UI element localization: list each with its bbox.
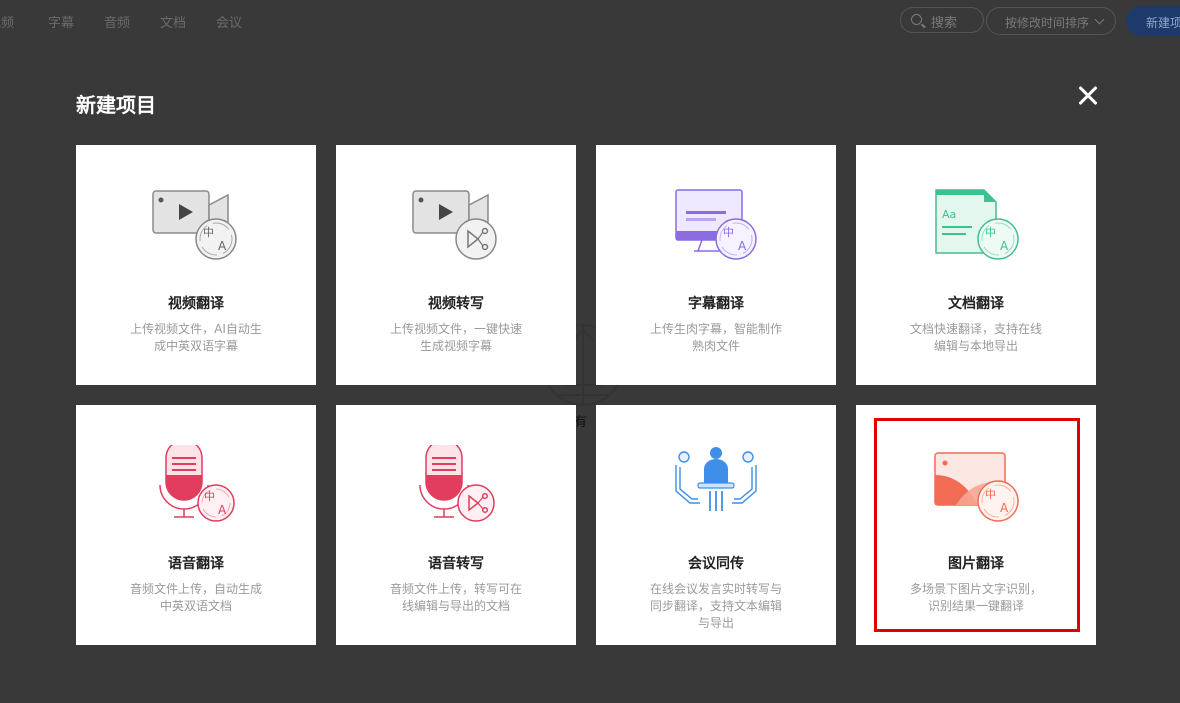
card-title: 语音转写: [428, 556, 484, 572]
close-icon[interactable]: [1074, 82, 1102, 110]
card-video-transcribe[interactable]: 视频转写 上传视频文件，一键快速生成视频字幕: [336, 145, 576, 385]
video-transcribe-icon: [412, 190, 497, 260]
card-title: 字幕翻译: [688, 296, 744, 312]
sort-label: 按修改时间排序: [1005, 16, 1090, 30]
card-title: 文档翻译: [948, 296, 1004, 312]
card-title: 视频翻译: [168, 296, 224, 312]
card-voice-translate[interactable]: 中 A 语音翻译 音频文件上传，自动生成中英双语文档: [76, 405, 316, 645]
svg-text:A: A: [218, 239, 227, 253]
video-translate-icon: 中 A: [152, 190, 237, 260]
search-label: 搜索: [931, 16, 958, 31]
document-translate-icon: Aa 中 A: [935, 189, 1019, 260]
modal-title: 新建项目: [76, 93, 156, 117]
new-project-button[interactable]: 新建项目: [1126, 6, 1180, 36]
svg-text:A: A: [218, 503, 227, 517]
svg-text:A: A: [1000, 501, 1009, 515]
svg-text:Aa: Aa: [942, 208, 956, 221]
search-input[interactable]: 搜索: [900, 7, 984, 33]
card-title: 图片翻译: [948, 556, 1004, 572]
search-icon: [911, 14, 922, 25]
svg-text:中: 中: [204, 490, 215, 503]
card-description: 音频文件上传，自动生成中英双语文档: [129, 582, 262, 613]
card-description: 音频文件上传，转写可在线编辑与导出的文档: [389, 582, 522, 613]
chevron-down-icon: [1094, 14, 1105, 25]
card-image-translate[interactable]: 中 A 图片翻译 多场景下图片文字识别，识别结果一键翻译: [856, 405, 1096, 645]
card-video-translate[interactable]: 中 A 视频翻译 上传视频文件，AI自动生成中英双语字幕: [76, 145, 316, 385]
sort-dropdown[interactable]: 按修改时间排序: [986, 7, 1116, 35]
nav-item-subtitle[interactable]: 字幕: [48, 12, 74, 31]
nav-item-meeting[interactable]: 会议: [216, 12, 242, 31]
card-description: 上传视频文件，AI自动生成中英双语字幕: [130, 322, 262, 353]
card-document-translate[interactable]: Aa 中 A 文档翻译 文档快速翻译，支持在线编辑与本地导出: [856, 145, 1096, 385]
card-description: 上传生肉字幕，智能制作熟肉文件: [649, 322, 782, 353]
background-top-bar: 视频 字幕 音频 文档 会议 搜索 按修改时间排序 新建项目: [0, 0, 1180, 42]
card-meeting-interpret[interactable]: 会议同传 在线会议发言实时转写与同步翻译，支持文本编辑与导出: [596, 405, 836, 645]
card-title: 语音翻译: [168, 556, 224, 572]
svg-text:中: 中: [985, 488, 996, 501]
svg-text:A: A: [738, 239, 747, 253]
card-subtitle-translate[interactable]: 中 A 字幕翻译 上传生肉字幕，智能制作熟肉文件: [596, 145, 836, 385]
nav-item-video[interactable]: 视频: [0, 12, 14, 31]
meeting-interpret-icon: [675, 447, 757, 511]
svg-text:中: 中: [723, 226, 734, 239]
card-description: 上传视频文件，一键快速生成视频字幕: [389, 322, 522, 353]
subtitle-translate-icon: 中 A: [675, 189, 757, 260]
nav-item-document[interactable]: 文档: [160, 12, 186, 31]
svg-text:中: 中: [203, 226, 214, 239]
nav-item-audio[interactable]: 音频: [104, 12, 130, 31]
svg-text:A: A: [1000, 239, 1009, 253]
voice-translate-icon: 中 A: [159, 445, 235, 522]
card-description: 在线会议发言实时转写与同步翻译，支持文本编辑与导出: [649, 582, 782, 630]
image-translate-icon: 中 A: [934, 452, 1019, 522]
card-voice-transcribe[interactable]: 语音转写 音频文件上传，转写可在线编辑与导出的文档: [336, 405, 576, 645]
card-title: 视频转写: [428, 296, 484, 312]
voice-transcribe-icon: [419, 445, 495, 522]
card-description: 多场景下图片文字识别，识别结果一键翻译: [909, 582, 1042, 613]
card-title: 会议同传: [688, 556, 744, 572]
card-description: 文档快速翻译，支持在线编辑与本地导出: [909, 322, 1042, 353]
svg-text:中: 中: [985, 226, 996, 239]
